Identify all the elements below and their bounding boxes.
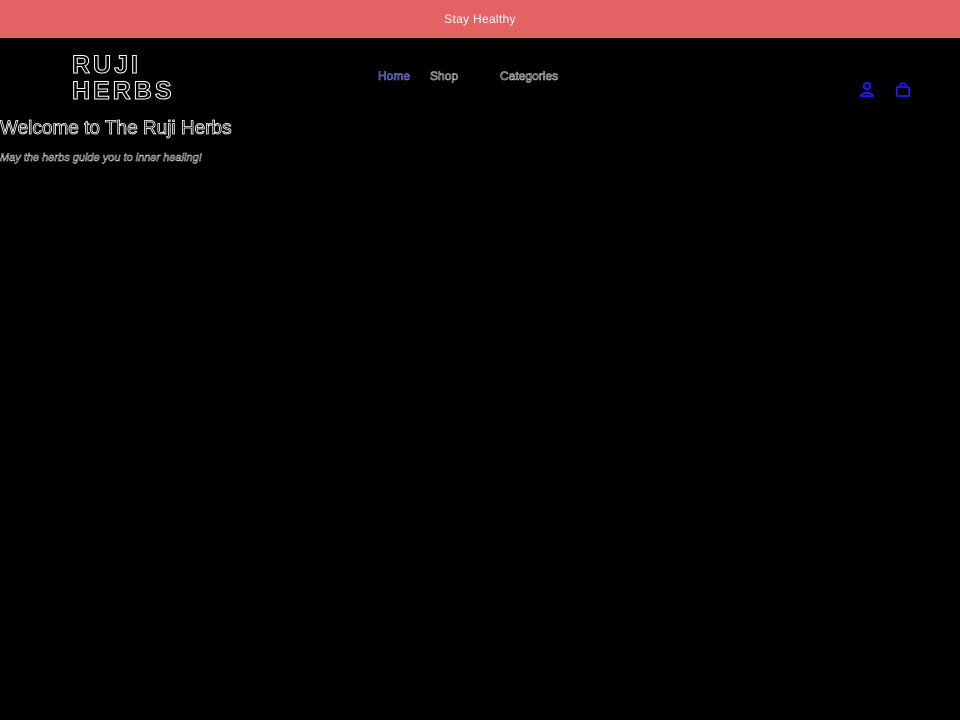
account-button[interactable] bbox=[858, 80, 876, 98]
hero-title: Welcome to The Ruji Herbs bbox=[0, 118, 232, 140]
main-nav: Home Shop Categories bbox=[378, 69, 559, 84]
hero-subtitle: May the herbs guide you to inner healing… bbox=[0, 152, 202, 165]
logo-line-1: RUJI bbox=[72, 51, 141, 79]
header-icons bbox=[858, 80, 912, 98]
announcement-text: Stay Healthy bbox=[444, 12, 516, 26]
nav-item-shop[interactable]: Shop bbox=[430, 69, 459, 84]
logo-line-2: HERBS bbox=[72, 77, 175, 105]
announcement-bar: Stay Healthy bbox=[0, 0, 960, 38]
nav-item-categories[interactable]: Categories bbox=[500, 69, 559, 84]
nav-item-home[interactable]: Home bbox=[378, 69, 411, 84]
site-logo[interactable]: RUJI HERBS bbox=[72, 51, 175, 105]
cart-icon bbox=[895, 82, 911, 97]
cart-button[interactable] bbox=[894, 80, 912, 98]
site-header: RUJI HERBS Home Shop Categories bbox=[0, 38, 960, 118]
account-icon bbox=[860, 81, 874, 97]
hero-section: Welcome to The Ruji Herbs May the herbs … bbox=[0, 118, 232, 165]
